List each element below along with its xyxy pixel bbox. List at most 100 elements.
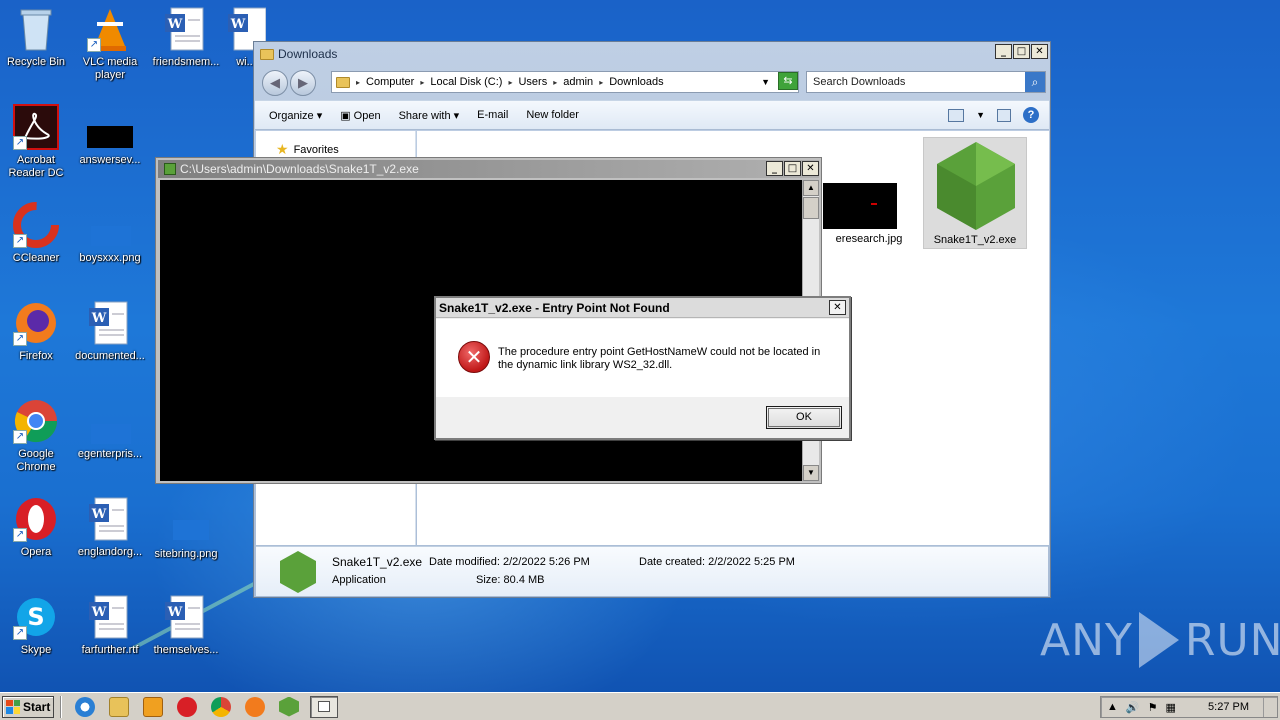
opera-icon: ↗ — [13, 496, 59, 542]
desktop-icon-acrobat[interactable]: ↗ Acrobat Reader DC — [0, 104, 72, 180]
help-icon[interactable]: ? — [1023, 107, 1039, 123]
dialog-body: ✕ The procedure entry point GetHostNameW… — [436, 319, 849, 397]
chrome-icon: ↗ — [13, 398, 59, 444]
network-icon[interactable]: ▦ — [1165, 701, 1175, 714]
breadcrumb-computer[interactable]: Computer — [366, 76, 414, 88]
desktop-icon-ccleaner[interactable]: ↗ CCleaner — [0, 202, 72, 265]
forward-button[interactable]: ▶ — [290, 70, 316, 96]
search-input[interactable]: Search Downloads ⌕ — [806, 71, 1046, 93]
ok-button[interactable]: OK — [766, 406, 842, 429]
image-file-icon — [163, 510, 209, 556]
show-desktop-button[interactable] — [1263, 697, 1277, 717]
desktop-icon-label: englandorg... — [77, 546, 143, 558]
clock[interactable]: 5:27 PM — [1208, 701, 1249, 713]
desktop-icon-documented[interactable]: W documented... — [74, 300, 146, 363]
open-button[interactable]: ▣ Open — [340, 109, 380, 122]
minimize-button[interactable]: _ — [766, 161, 783, 176]
nodejs-hexagon-icon — [280, 551, 316, 593]
details-pane: Snake1T_v2.exe Application Date modified… — [256, 546, 1048, 596]
breadcrumb-local-disk[interactable]: Local Disk (C:) — [430, 76, 502, 88]
desktop-icon-englandorg[interactable]: W englandorg... — [74, 496, 146, 559]
desktop-icon-recycle-bin[interactable]: Recycle Bin — [0, 6, 72, 69]
action-center-flag-icon[interactable]: ⚑ — [1148, 701, 1158, 714]
view-dropdown-icon[interactable]: ▼ — [976, 110, 985, 120]
word-document-icon: W — [163, 594, 209, 640]
desktop-icon-label: VLC media player — [82, 56, 138, 81]
speaker-icon[interactable]: 🔊 — [1126, 701, 1140, 714]
svg-text:W: W — [91, 311, 107, 326]
minimize-button[interactable]: _ — [995, 44, 1012, 59]
breadcrumb-arrow-icon: ▸ — [356, 77, 361, 87]
details-file-name: Snake1T_v2.exe — [332, 555, 423, 569]
maximize-button[interactable]: □ — [1013, 44, 1030, 59]
desktop-icon-egenterpris[interactable]: egenterpris... — [74, 414, 146, 461]
image-file-icon — [87, 218, 133, 264]
scroll-thumb[interactable] — [803, 197, 819, 219]
organize-menu[interactable]: Organize ▾ — [269, 109, 322, 122]
desktop-icon-sitebring[interactable]: sitebring.png — [150, 510, 222, 561]
share-with-menu[interactable]: Share with ▾ — [399, 109, 460, 122]
start-button[interactable]: Start — [2, 695, 54, 718]
explorer-title-text: Downloads — [278, 47, 338, 61]
windows-logo-icon — [6, 699, 20, 714]
refresh-icon[interactable]: ⇆ — [778, 72, 798, 90]
desktop-icon-boysxxx[interactable]: boysxxx.png — [74, 218, 146, 265]
close-button[interactable]: ✕ — [1031, 44, 1048, 59]
firefox-taskbar-icon[interactable] — [245, 696, 265, 717]
internet-explorer-icon[interactable] — [75, 696, 95, 717]
acrobat-reader-icon: ↗ — [13, 104, 59, 150]
desktop-icon-vlc[interactable]: ↗ VLC media player — [74, 6, 146, 82]
star-icon: ★ — [276, 141, 289, 157]
console-window-controls: _ □ ✕ — [766, 161, 819, 176]
search-icon[interactable]: ⌕ — [1025, 72, 1045, 92]
details-size: Size: 80.4 MB — [476, 574, 545, 586]
desktop-icon-skype[interactable]: S ↗ Skype — [0, 594, 72, 657]
taskbar: Start ▲ 🔊 ⚑ ▦ 5:27 PM — [0, 692, 1280, 720]
scroll-up-icon[interactable]: ▲ — [803, 180, 819, 196]
tray-expand-icon[interactable]: ▲ — [1107, 701, 1118, 713]
console-taskbar-button[interactable] — [310, 695, 338, 718]
start-label: Start — [23, 699, 51, 714]
file-name: Snake1T_v2.exe — [933, 234, 1017, 246]
desktop-icon-answersev[interactable]: answersev... — [74, 120, 146, 167]
desktop-icon-friendsmem[interactable]: W friendsmem... — [150, 6, 222, 69]
error-dialog[interactable]: Snake1T_v2.exe - Entry Point Not Found ✕… — [434, 296, 851, 440]
breadcrumb-arrow-icon: ▸ — [599, 77, 604, 87]
nav-favorites[interactable]: ★ Favorites — [276, 141, 339, 158]
shortcut-arrow-icon: ↗ — [13, 332, 27, 346]
desktop-icon-opera[interactable]: ↗ Opera — [0, 496, 72, 559]
desktop-icon-farfurther[interactable]: W farfurther.rtf — [74, 594, 146, 657]
file-item-snake1t[interactable]: Snake1T_v2.exe — [923, 137, 1027, 249]
favorites-label: Favorites — [293, 143, 339, 156]
svg-text:W: W — [91, 507, 107, 522]
svg-text:S: S — [27, 603, 44, 631]
media-player-icon[interactable] — [143, 696, 163, 717]
desktop-icon-themselves[interactable]: W themselves... — [150, 594, 222, 657]
file-item-eresearch[interactable]: eresearch.jpg — [817, 177, 921, 289]
maximize-button[interactable]: □ — [784, 161, 801, 176]
console-window-icon — [318, 700, 330, 712]
breadcrumb-arrow-icon: ▸ — [508, 77, 513, 87]
email-button[interactable]: E-mail — [477, 109, 508, 121]
close-button[interactable]: ✕ — [802, 161, 819, 176]
explorer-taskbar-icon[interactable] — [109, 696, 129, 717]
breadcrumb-downloads[interactable]: Downloads — [609, 76, 663, 88]
address-dropdown-icon[interactable]: ▼ — [761, 77, 770, 87]
new-folder-button[interactable]: New folder — [526, 109, 579, 121]
ccleaner-icon: ↗ — [13, 202, 59, 248]
file-name: eresearch.jpg — [835, 233, 903, 245]
opera-taskbar-icon[interactable] — [177, 696, 197, 717]
back-button[interactable]: ◀ — [262, 70, 288, 96]
desktop-icon-chrome[interactable]: ↗ Google Chrome — [0, 398, 72, 474]
change-view-icon[interactable] — [948, 108, 965, 122]
scroll-down-icon[interactable]: ▼ — [803, 465, 819, 481]
preview-pane-icon[interactable] — [997, 108, 1011, 122]
address-bar[interactable]: ▸ Computer ▸ Local Disk (C:) ▸ Users ▸ a… — [331, 71, 799, 93]
desktop-icon-firefox[interactable]: ↗ Firefox — [0, 300, 72, 363]
breadcrumb-admin[interactable]: admin — [563, 76, 593, 88]
nodejs-taskbar-icon[interactable] — [279, 696, 299, 717]
dialog-close-button[interactable]: ✕ — [829, 300, 846, 315]
chrome-taskbar-icon[interactable] — [211, 696, 231, 717]
view-controls: ▼ ? — [948, 107, 1039, 123]
breadcrumb-users[interactable]: Users — [518, 76, 547, 88]
